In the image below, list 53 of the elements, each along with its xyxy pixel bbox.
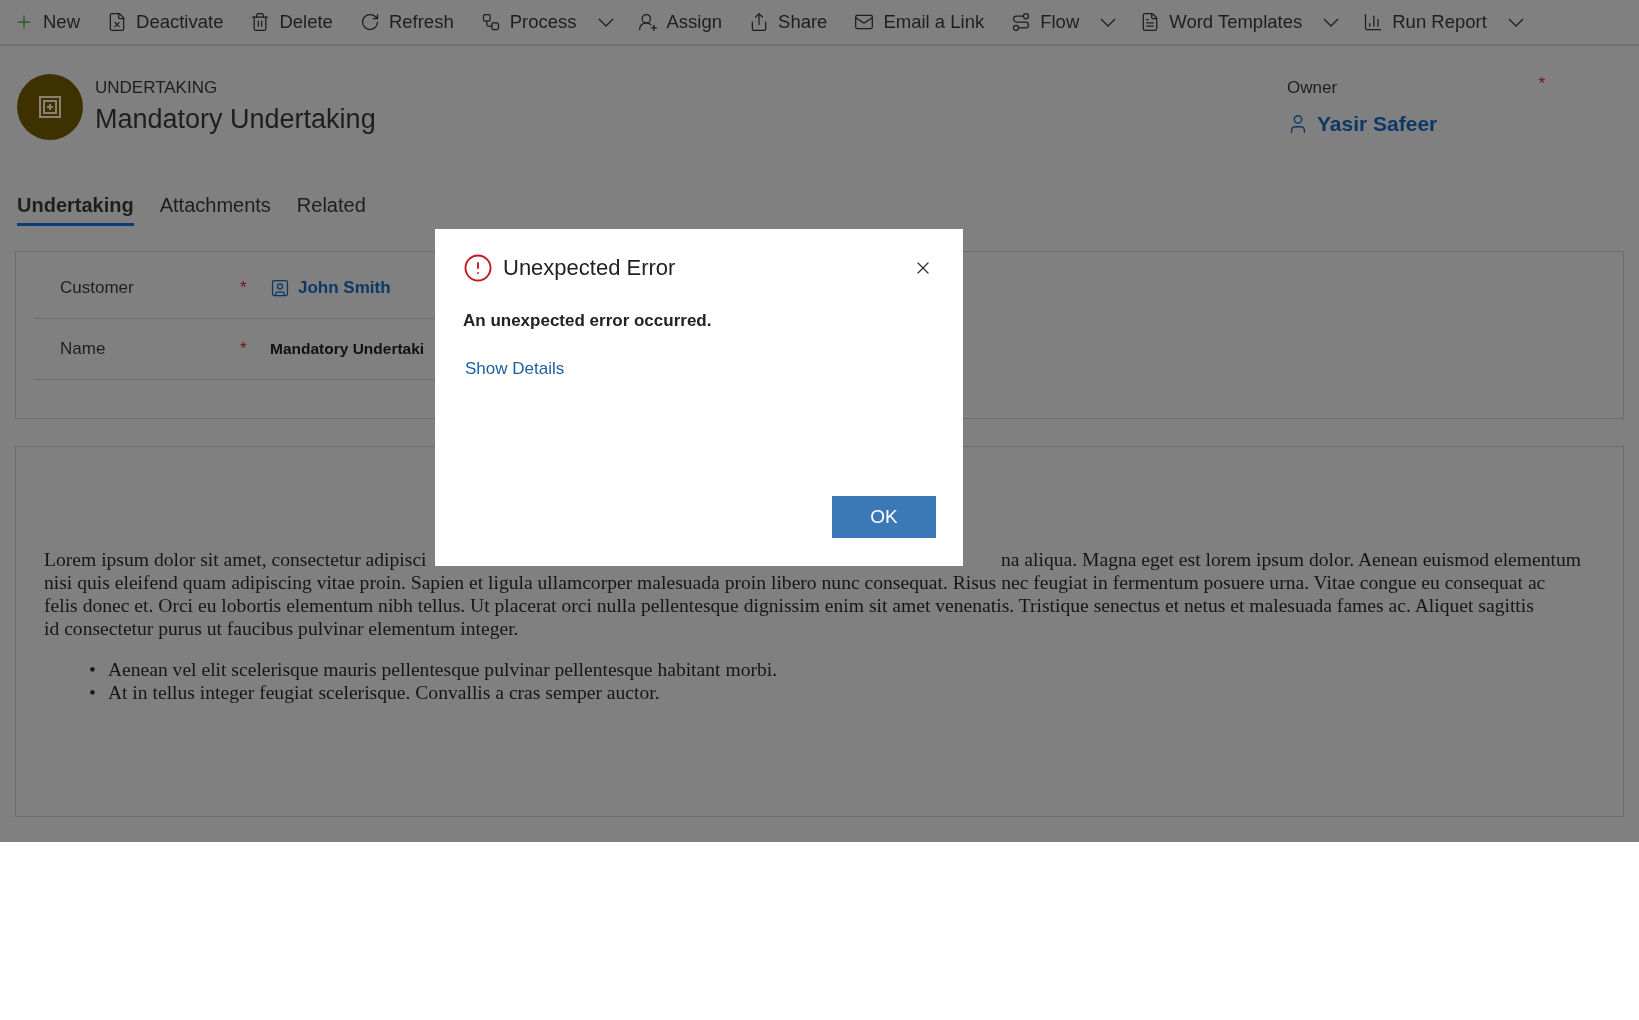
dialog-title: Unexpected Error: [503, 255, 676, 281]
tab[interactable]: Related: [296, 192, 366, 226]
flow-icon: [1011, 12, 1032, 32]
bullet-marker: •: [89, 658, 96, 681]
entity-type: UNDERTAKING: [95, 78, 219, 98]
field-label: Customer: [59, 278, 135, 298]
refresh-icon: [359, 12, 380, 32]
required-marker: *: [240, 278, 247, 298]
error-icon: [463, 253, 493, 283]
contact-icon: [270, 278, 290, 298]
record-icon: [38, 95, 62, 119]
show-details-link[interactable]: Show Details: [463, 359, 565, 379]
field-value: Mandatory Undertaki: [270, 340, 425, 358]
paragraph-line: Lorem ipsum dolor sit amet, consectetur adipisci: [44, 548, 427, 571]
required-marker: *: [240, 339, 247, 359]
record-title: Mandatory Undertaking: [95, 104, 376, 135]
document-icon: [107, 12, 127, 32]
toolbar-button[interactable]: Deactivate: [103, 2, 237, 42]
toolbar-button[interactable]: Email a Link: [850, 2, 998, 42]
bullet-text: At in tellus integer feugiat scelerisque. Convallis a cras semper auctor.: [107, 681, 660, 704]
paragraph-line: id consectetur purus ut faucibus pulvinar elementum integer.: [44, 617, 519, 640]
owner-link[interactable]: Yasir Safeer: [1287, 112, 1639, 136]
tab[interactable]: Undertaking: [17, 192, 134, 226]
paragraph-line: nisi quis eleifend quam adipiscing vitae proin. Sapien et ligula ullamcorper malesuada proin libero nunc consequat. Risus nec feugiat in fermentum posuere urna. Vitae congue eu consequat ac: [44, 571, 1546, 594]
paragraph-line: na aliqua. Magna eget est lorem ipsum dolor. Aenean euismod elementum: [1000, 548, 1581, 571]
toolbar-button[interactable]: Delete: [246, 2, 346, 42]
ok-button[interactable]: OK: [832, 496, 936, 538]
toolbar-button[interactable]: Process: [476, 2, 590, 42]
chevron-down-icon: [597, 17, 614, 27]
toolbar-button[interactable]: New: [10, 2, 93, 42]
bullet-marker: •: [89, 681, 96, 704]
error-message: An unexpected error occurred.: [463, 311, 713, 331]
trash-icon: [250, 12, 271, 32]
mail-icon: [854, 12, 875, 32]
chevron-down-icon: [1507, 17, 1524, 27]
toolbar-button[interactable]: Share: [745, 2, 841, 42]
customer-link[interactable]: John Smith: [270, 278, 391, 298]
toolbar-button[interactable]: Word Templates: [1136, 2, 1316, 42]
field-label: Name: [59, 339, 107, 359]
paragraph-line: felis donec et. Orci eu lobortis elementum nibh tellus. Ut placerat orci nulla pellentesque dignissim enim sit amet venenatis. Tristique senectus et netus et malesuada fames ac. Aliquet sagittis: [44, 594, 1534, 617]
toolbar-button[interactable]: Run Report: [1359, 2, 1500, 42]
owner-label: Owner: [1287, 78, 1338, 98]
toolbar-button[interactable]: Assign: [633, 2, 736, 42]
required-marker: *: [1538, 74, 1545, 95]
bullet-text: Aenean vel elit scelerisque mauris pellentesque pulvinar pellentesque habitant morbi.: [107, 658, 778, 681]
user-icon: [637, 12, 658, 32]
chevron-down-icon: [1323, 17, 1340, 27]
tab[interactable]: Attachments: [159, 192, 271, 226]
toolbar-button[interactable]: Flow: [1007, 2, 1093, 42]
chart-icon: [1363, 12, 1384, 32]
chevron-down-icon: [1100, 17, 1117, 27]
diagram-icon: [480, 12, 501, 32]
toolbar-button[interactable]: Refresh: [355, 2, 467, 42]
